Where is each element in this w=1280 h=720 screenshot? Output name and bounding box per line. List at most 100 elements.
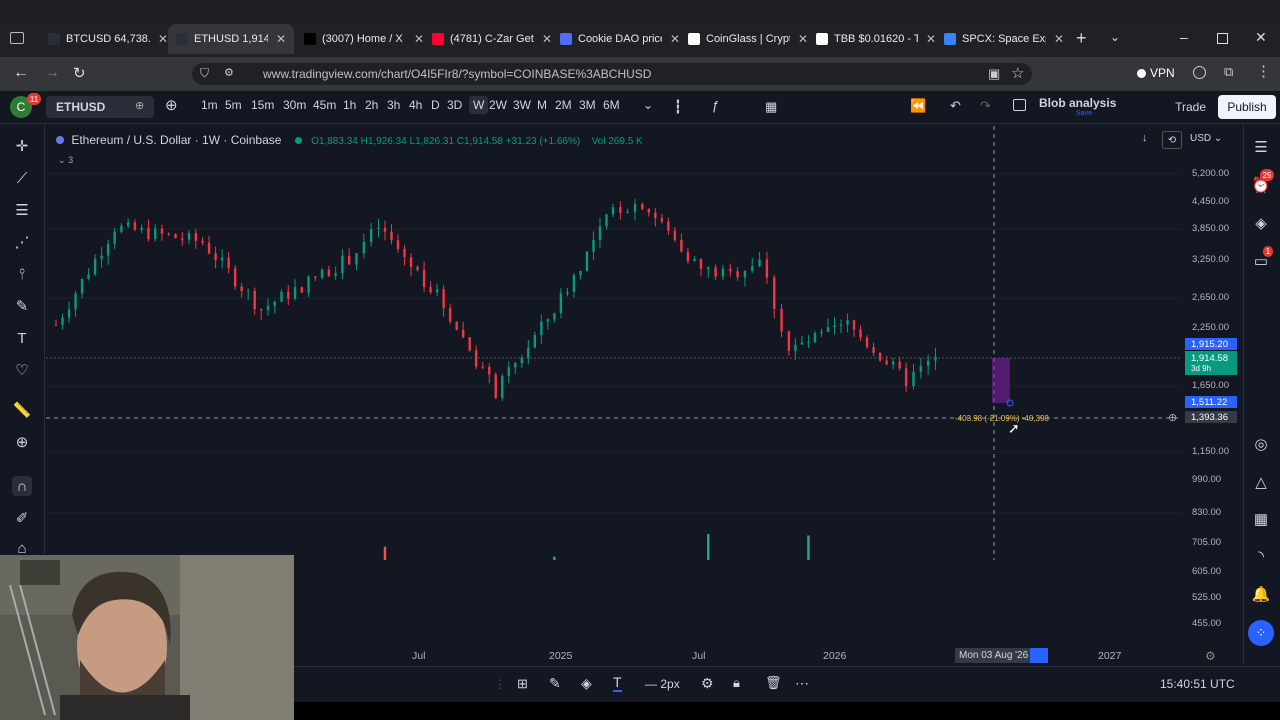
price-tick-label: 990.00 [1192,474,1222,485]
watchlist-icon[interactable]: ☰ [1251,137,1271,157]
drag-handle-icon[interactable]: ⋮ [494,677,506,691]
template-icon[interactable]: ⊞ [517,676,528,692]
candle [654,212,657,219]
candle [403,248,406,258]
candle [287,291,290,299]
scroll-down-icon[interactable]: ↓ [1142,132,1148,144]
candle [833,325,836,328]
candle [481,366,484,368]
candle [442,289,445,309]
candle [527,347,530,358]
candle [680,239,683,252]
candle [383,227,387,232]
price-tick-label: 3,850.00 [1192,223,1229,234]
candle [546,319,550,322]
text-color-icon[interactable]: T [613,674,622,692]
candle [592,239,595,252]
candle [494,374,497,398]
candle [878,352,882,361]
lock-icon[interactable]: 🔒︎ [733,675,740,691]
candle [807,341,810,343]
add-alert-icon[interactable]: ⊕ [1168,411,1177,424]
candle [362,241,366,254]
candle [100,255,103,259]
candle [579,270,582,275]
calendar-icon[interactable]: ▦ [1251,509,1271,529]
trash-icon[interactable]: 🗑︎ [765,675,782,691]
price-tick-label: 605.00 [1192,566,1222,577]
candle [61,317,64,325]
bell-icon[interactable]: 🔔 [1251,584,1271,604]
fill-color-icon[interactable]: ◈ [581,675,592,692]
candle [355,253,358,265]
candle [891,361,895,365]
candle [214,253,217,261]
candle [435,289,439,293]
candle [872,347,875,353]
candle [647,209,651,213]
candle [201,240,204,243]
price-tick-label: 3,250.00 [1192,254,1229,265]
candle [934,356,937,361]
candle [919,365,923,372]
candle [106,243,110,256]
currency-selector[interactable]: USD ⌄ [1190,133,1222,144]
time-axis-settings-icon[interactable]: ⚙ [1205,649,1216,663]
candle [839,324,843,326]
candle [598,226,602,240]
candle [553,313,556,320]
candle [334,273,337,277]
volume-bar [553,556,556,560]
volume-bar [707,534,710,560]
candle [390,231,393,241]
bar-countdown: 3d 9h [1191,364,1212,373]
candle [813,333,817,342]
candle [80,279,84,294]
candle [566,292,569,294]
price-tick-label: 1,150.00 [1192,446,1229,457]
candle [67,309,71,318]
candle [74,293,77,310]
candle [912,371,915,387]
close-window-button[interactable]: ✕ [1255,29,1267,46]
price-tick-label: 4,450.00 [1192,196,1229,207]
price-tick-label: 2,650.00 [1192,292,1229,303]
target-icon[interactable]: ◎ [1251,434,1271,454]
signal-icon[interactable]: ◝ [1251,546,1271,566]
candle [233,268,237,287]
more-icon[interactable]: ⋯ [795,675,809,692]
candle [300,287,304,293]
candle [794,344,797,351]
time-tick-label: Jul [412,650,426,662]
candle [246,290,250,292]
candle [113,231,116,244]
candle [729,268,732,272]
stroke-line-icon: ― [645,677,657,691]
layers-icon[interactable]: ◈ [1251,213,1271,233]
candle [605,214,608,227]
settings-icon[interactable]: ⚙ [701,675,714,692]
candle [194,233,198,241]
candle [448,308,452,322]
auto-scale-icon[interactable]: ⟲ [1162,131,1182,149]
price-tick-label: 1,650.00 [1192,380,1229,391]
pyramid-icon[interactable]: △ [1251,472,1271,492]
grid-app-icon[interactable]: ⁘ [1248,620,1274,646]
browser-menu-icon[interactable]: ⋮ [1256,62,1271,80]
price-chart[interactable] [0,0,1240,560]
candle [826,327,830,332]
candle [859,329,862,338]
time-tick-label: Jul [692,650,706,662]
candle [273,301,276,306]
price-tick-label: 705.00 [1192,537,1222,548]
line-tool-icon[interactable]: ✎ [549,675,561,692]
candle [314,276,317,278]
measure-box [992,358,1010,403]
candle [585,251,589,271]
stroke-width-control[interactable]: ― 2px [645,677,680,691]
utc-clock[interactable]: 15:40:51 UTC [1160,677,1235,691]
candle [240,286,243,292]
right-sidebar [1243,124,1280,664]
screen-bottom-border [294,702,1280,720]
last-price-label: 1,915.20 [1185,338,1237,350]
